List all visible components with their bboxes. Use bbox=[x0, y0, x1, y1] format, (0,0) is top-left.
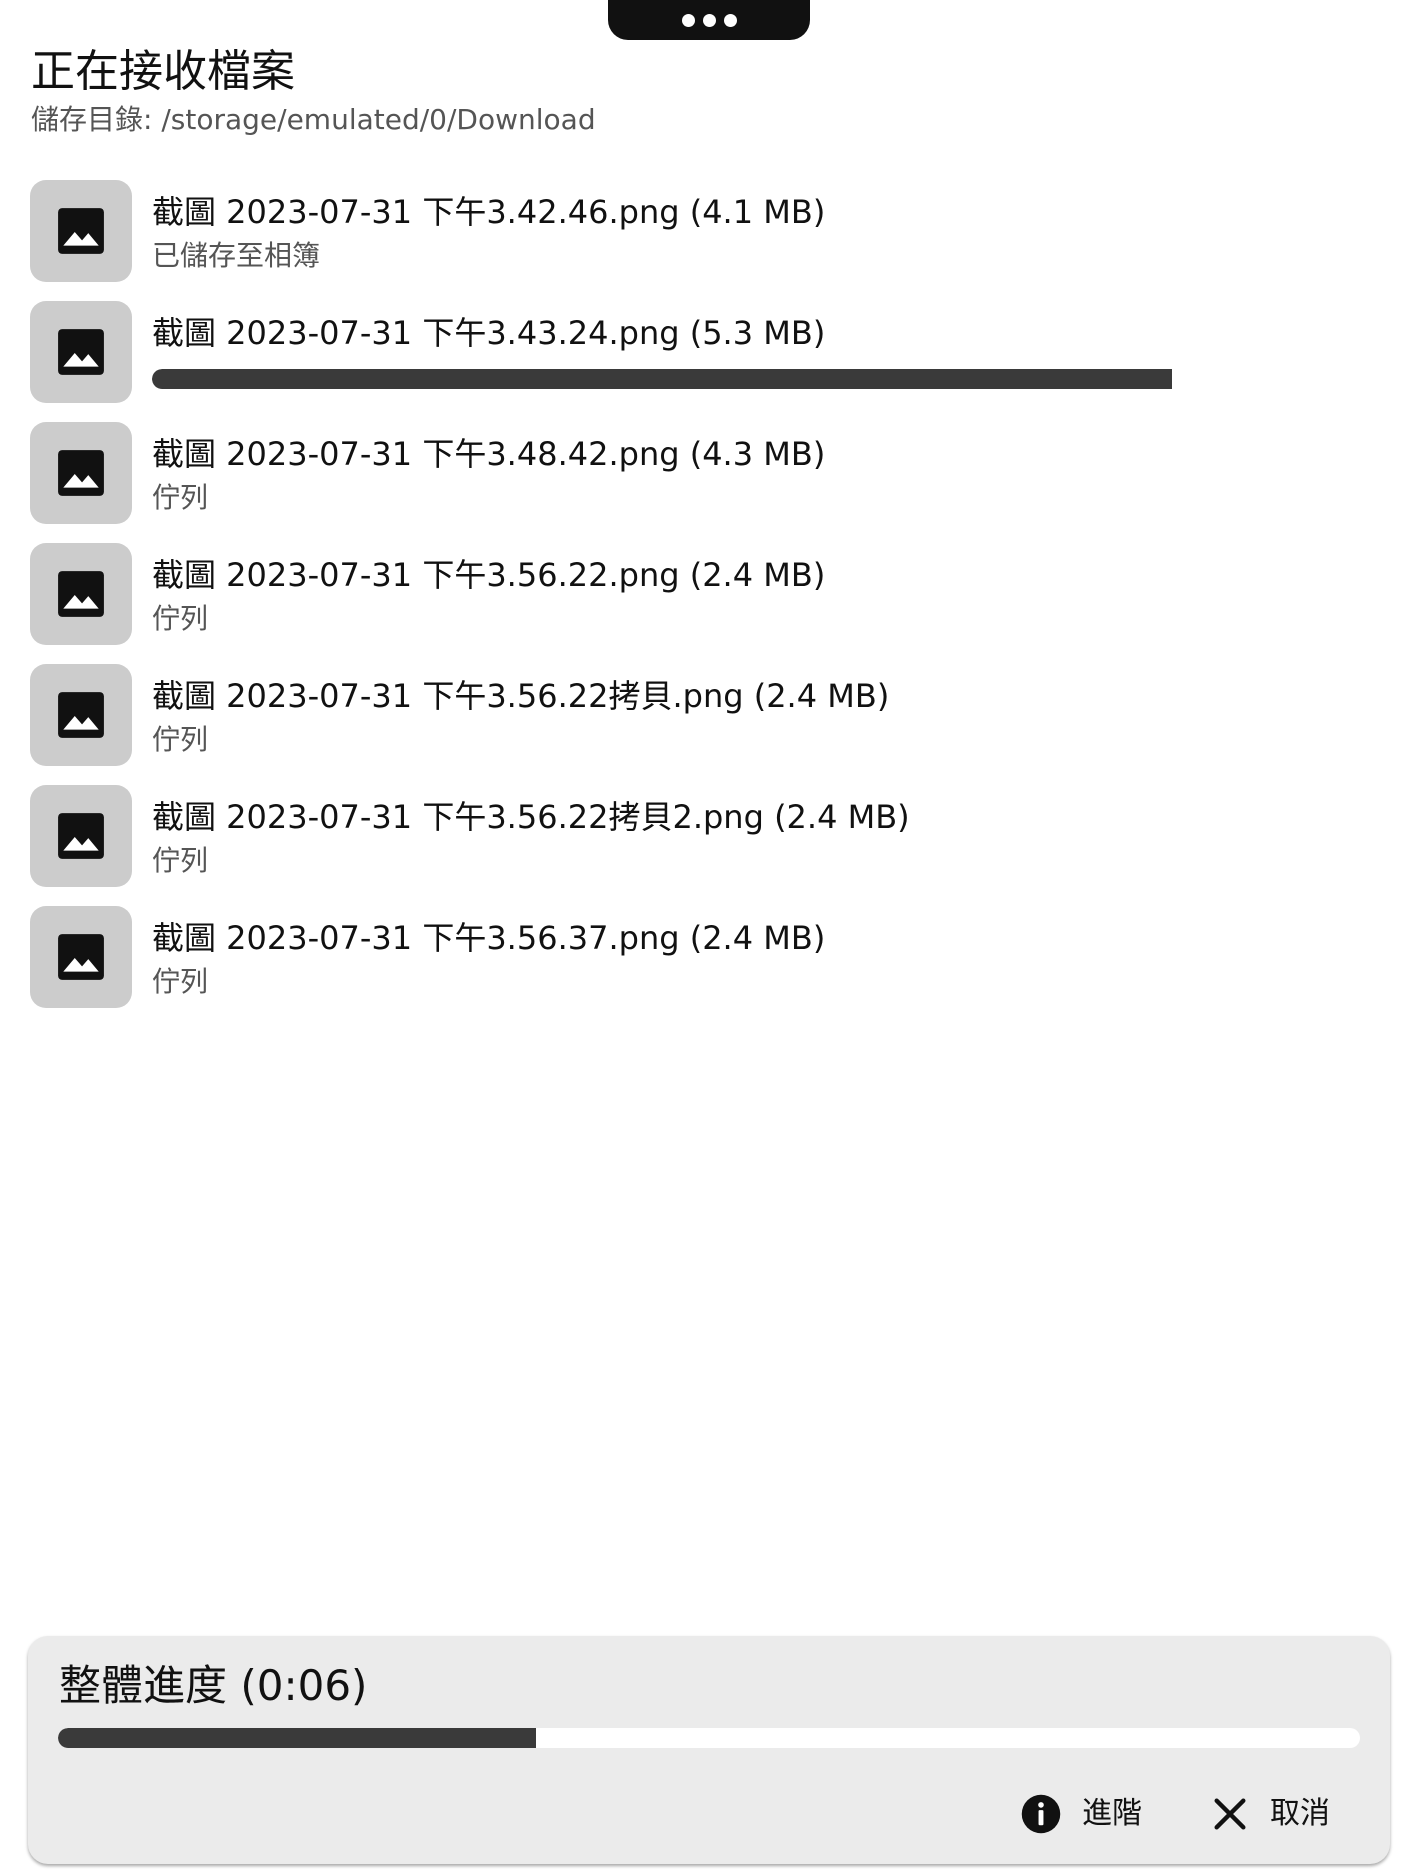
advanced-button-label: 進階 bbox=[1082, 1796, 1142, 1831]
file-item[interactable]: 截圖 2023-07-31 下午3.56.22拷貝.png (2.4 MB) 佇… bbox=[30, 664, 1370, 766]
page-title: 正在接收檔案 bbox=[31, 46, 295, 97]
file-name: 截圖 2023-07-31 下午3.43.24.png (5.3 MB) bbox=[152, 314, 826, 352]
image-icon bbox=[58, 571, 104, 617]
file-status: 佇列 bbox=[152, 965, 209, 998]
handle-dot bbox=[723, 13, 737, 27]
file-name: 截圖 2023-07-31 下午3.48.42.png (4.3 MB) bbox=[152, 435, 826, 473]
image-icon bbox=[58, 934, 104, 980]
file-status: 佇列 bbox=[152, 481, 209, 514]
overall-progress-card: 整體進度 (0:06) 進階 取消 bbox=[28, 1636, 1390, 1864]
image-icon bbox=[58, 450, 104, 496]
file-name: 截圖 2023-07-31 下午3.42.46.png (4.1 MB) bbox=[152, 193, 826, 231]
file-item[interactable]: 截圖 2023-07-31 下午3.43.24.png (5.3 MB) bbox=[30, 301, 1370, 403]
handle-dot bbox=[681, 13, 695, 27]
file-thumbnail bbox=[30, 664, 132, 766]
overall-progress-title: 整體進度 (0:06) bbox=[59, 1661, 368, 1710]
file-item[interactable]: 截圖 2023-07-31 下午3.56.22.png (2.4 MB) 佇列 bbox=[30, 543, 1370, 645]
file-name: 截圖 2023-07-31 下午3.56.22.png (2.4 MB) bbox=[152, 556, 826, 594]
image-icon bbox=[58, 692, 104, 738]
file-thumbnail bbox=[30, 906, 132, 1008]
file-thumbnail bbox=[30, 543, 132, 645]
file-status: 已儲存至相簿 bbox=[152, 239, 321, 272]
file-name: 截圖 2023-07-31 下午3.56.22拷貝.png (2.4 MB) bbox=[152, 677, 890, 715]
cancel-button-label: 取消 bbox=[1270, 1796, 1330, 1831]
file-name: 截圖 2023-07-31 下午3.56.37.png (2.4 MB) bbox=[152, 919, 826, 957]
file-status: 佇列 bbox=[152, 723, 209, 756]
file-name: 截圖 2023-07-31 下午3.56.22拷貝2.png (2.4 MB) bbox=[152, 798, 910, 836]
cancel-button[interactable]: 取消 bbox=[1210, 1786, 1330, 1842]
handle-dot bbox=[702, 13, 716, 27]
file-thumbnail bbox=[30, 422, 132, 524]
image-icon bbox=[58, 329, 104, 375]
image-icon bbox=[58, 813, 104, 859]
file-item[interactable]: 截圖 2023-07-31 下午3.56.37.png (2.4 MB) 佇列 bbox=[30, 906, 1370, 1008]
file-item[interactable]: 截圖 2023-07-31 下午3.56.22拷貝2.png (2.4 MB) … bbox=[30, 785, 1370, 887]
top-handle[interactable] bbox=[608, 0, 810, 40]
file-thumbnail bbox=[30, 301, 132, 403]
close-icon bbox=[1214, 1798, 1246, 1830]
file-item[interactable]: 截圖 2023-07-31 下午3.48.42.png (4.3 MB) 佇列 bbox=[30, 422, 1370, 524]
file-progress-bar bbox=[152, 369, 1172, 389]
storage-path: 儲存目錄: /storage/emulated/0/Download bbox=[31, 103, 596, 136]
file-thumbnail bbox=[30, 785, 132, 887]
file-item[interactable]: 截圖 2023-07-31 下午3.42.46.png (4.1 MB) 已儲存… bbox=[30, 180, 1370, 282]
overall-progress-fill bbox=[58, 1728, 536, 1748]
image-icon bbox=[58, 208, 104, 254]
file-status: 佇列 bbox=[152, 844, 209, 877]
file-thumbnail bbox=[30, 180, 132, 282]
info-icon bbox=[1021, 1794, 1061, 1834]
file-status: 佇列 bbox=[152, 602, 209, 635]
file-progress-fill bbox=[152, 369, 1172, 389]
advanced-button[interactable]: 進階 bbox=[1020, 1786, 1142, 1842]
overall-progress-bar bbox=[58, 1728, 1360, 1748]
